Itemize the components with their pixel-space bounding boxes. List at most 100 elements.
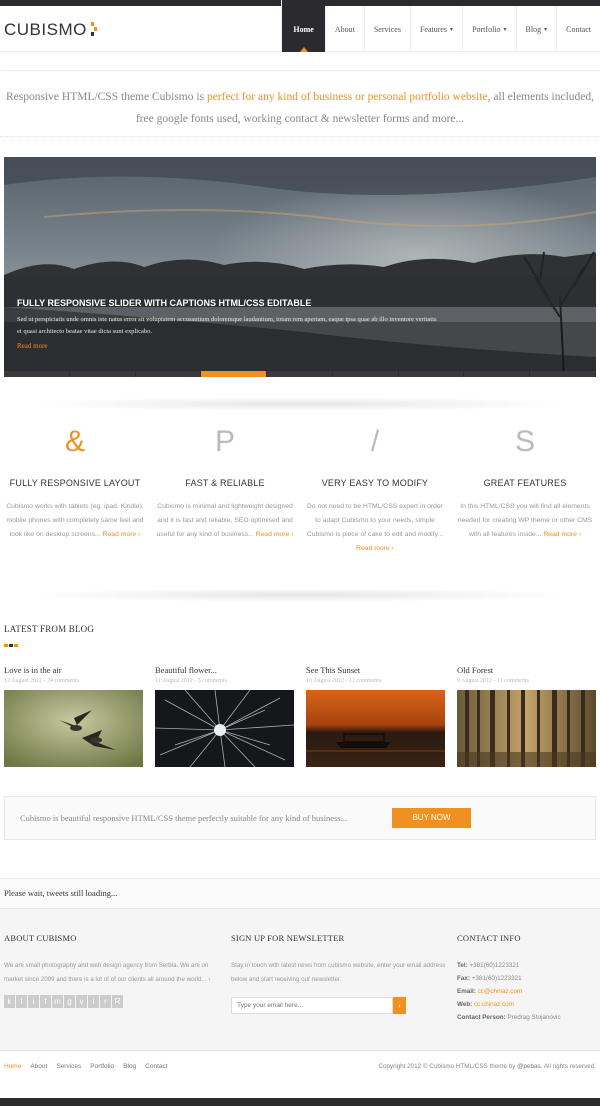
nav-item-features[interactable]: Features ▾ — [409, 6, 462, 52]
slider-caption-title: FULLY RESPONSIVE SLIDER WITH CAPTIONS HT… — [17, 298, 312, 308]
post-thumbnail-birds[interactable] — [4, 690, 143, 767]
contact-label: Tel: — [457, 962, 468, 969]
feature-title: GREAT FEATURES — [483, 478, 567, 488]
feature-read-more-link[interactable]: Read more › — [103, 531, 141, 538]
nav-item-contact[interactable]: Contact — [556, 6, 600, 52]
intro-text: Responsive HTML/CSS theme Cubismo is per… — [0, 86, 600, 130]
social-icon[interactable]: i — [28, 995, 39, 1008]
slider-dot[interactable] — [135, 371, 201, 377]
blog-posts: Love is in the air 12 August 2012 - 24 c… — [4, 665, 596, 767]
footer-link-contact[interactable]: Contact — [145, 1063, 167, 1070]
feature-icon: / — [370, 425, 380, 458]
social-icon[interactable]: i — [88, 995, 99, 1008]
slider-dot[interactable] — [332, 371, 398, 377]
feature-title: FAST & RELIABLE — [185, 478, 265, 488]
footer-link-services[interactable]: Services — [56, 1063, 81, 1070]
feature-read-more-link[interactable]: Read more › — [356, 545, 394, 552]
footer-about: ABOUT CUBISMO We are small photography a… — [4, 933, 219, 1008]
logo[interactable]: CUBISMO — [4, 20, 97, 40]
footer-about-desc: We are small photography and web design … — [4, 962, 209, 983]
cta-text: Cubismo is beautiful responsive HTML/CSS… — [20, 813, 347, 823]
slider-dot[interactable] — [4, 371, 69, 377]
footer-link-about[interactable]: About — [30, 1063, 47, 1070]
slider-dot[interactable] — [69, 371, 135, 377]
nav-item-services[interactable]: Services — [363, 6, 410, 52]
slider-dot[interactable] — [398, 371, 464, 377]
post-meta: 12 August 2012 - 24 comments — [4, 678, 80, 684]
slider-dot[interactable] — [464, 371, 530, 377]
social-icon[interactable]: v — [76, 995, 87, 1008]
footer-about-text: We are small photography and web design … — [4, 959, 219, 987]
footer-contact: CONTACT INFO Tel: +381(60)1223321 Fax: +… — [457, 933, 597, 1024]
feature-text: Cubismo works with tablets (eg. ipad, Ki… — [0, 500, 150, 542]
feature-icon: S — [514, 425, 535, 458]
slider-dot[interactable] — [267, 371, 332, 377]
feature-text: Cubismo is minimal and lightweight desig… — [150, 500, 300, 542]
social-icon[interactable]: l — [16, 995, 27, 1008]
social-icon[interactable]: g — [64, 995, 75, 1008]
logo-mark-icon — [90, 22, 97, 36]
newsletter-title: SIGN UP FOR NEWSLETTER — [231, 933, 345, 943]
blog-post[interactable]: See This Sunset 10 August 2012 - 12 comm… — [306, 665, 445, 767]
post-thumbnail-flower[interactable] — [155, 690, 294, 767]
slider-caption-text: Sed ut perspiciatis unde omnis iste natu… — [17, 316, 437, 335]
nav-label: Portfolio — [472, 24, 501, 34]
bottom-edge-bar — [0, 1098, 600, 1106]
tweets-status: Please wait, tweets still loading... — [4, 888, 118, 898]
contact-web: Web: cc.chinaz.com — [457, 998, 597, 1011]
post-meta: 9 August 2012 - 11 comments — [457, 678, 529, 684]
cta-box: Cubismo is beautiful responsive HTML/CSS… — [4, 796, 596, 840]
tweets-bar: Please wait, tweets still loading... — [0, 878, 600, 908]
newsletter-submit-button[interactable]: › — [393, 997, 406, 1014]
nav-label: Services — [373, 24, 401, 34]
social-icon[interactable]: f — [40, 995, 51, 1008]
blog-post[interactable]: Love is in the air 12 August 2012 - 24 c… — [4, 665, 143, 767]
divider — [0, 70, 600, 71]
social-icon[interactable]: m — [52, 995, 63, 1008]
author-link[interactable]: @pebas — [517, 1063, 541, 1070]
nav-label: Contact — [566, 24, 591, 34]
footer-about-more-link[interactable]: › — [208, 976, 210, 983]
blog-post[interactable]: Old Forest 9 August 2012 - 11 comments — [457, 665, 596, 767]
hero-slider[interactable]: FULLY RESPONSIVE SLIDER WITH CAPTIONS HT… — [4, 157, 596, 377]
footer-link-home[interactable]: Home — [4, 1063, 21, 1070]
social-icon[interactable]: r — [100, 995, 111, 1008]
nav-item-blog[interactable]: Blog ▾ — [515, 6, 557, 52]
slider-read-more-link[interactable]: Read more — [17, 342, 48, 350]
feature-block: P FAST & RELIABLE Cubismo is minimal and… — [150, 420, 300, 556]
feature-read-more-link[interactable]: Read more › — [256, 531, 294, 538]
slider-dot-active[interactable] — [201, 371, 267, 377]
section-shadow — [20, 397, 580, 411]
features-section: & FULLY RESPONSIVE LAYOUT Cubismo works … — [0, 420, 600, 556]
post-thumbnail-sunset[interactable] — [306, 690, 445, 767]
post-title[interactable]: Old Forest — [457, 665, 596, 675]
social-icon[interactable]: R — [112, 995, 123, 1008]
nav-item-home[interactable]: Home — [281, 0, 325, 52]
blog-post[interactable]: Beautiful flower... 11 August 2012 - 5 c… — [155, 665, 294, 767]
feature-title: FULLY RESPONSIVE LAYOUT — [9, 478, 141, 488]
buy-now-button[interactable]: BUY NOW — [392, 808, 471, 828]
contact-email-link[interactable]: cc@chinaz.com — [478, 988, 523, 995]
newsletter-text: Stay in touch with latest news from cubi… — [231, 962, 446, 983]
newsletter-email-input[interactable] — [231, 997, 393, 1014]
nav-item-about[interactable]: About — [324, 6, 364, 52]
feature-title: VERY EASY TO MODIFY — [321, 478, 429, 488]
footer-link-portfolio[interactable]: Portfolio — [90, 1063, 114, 1070]
nav-item-portfolio[interactable]: Portfolio ▾ — [462, 6, 515, 52]
post-thumbnail-forest[interactable] — [457, 690, 596, 767]
post-title[interactable]: Love is in the air — [4, 665, 143, 675]
divider — [0, 136, 600, 137]
logo-text[interactable]: CUBISMO — [4, 20, 87, 39]
section-shadow — [20, 588, 580, 602]
contact-label: Web: — [457, 1001, 473, 1008]
slider-dot[interactable] — [530, 371, 596, 377]
contact-title: CONTACT INFO — [457, 933, 521, 943]
contact-value: +381(60)1223321 — [469, 962, 520, 969]
feature-read-more-link[interactable]: Read more › — [543, 531, 581, 538]
footer-link-blog[interactable]: Blog — [123, 1063, 136, 1070]
contact-web-link[interactable]: cc.chinaz.com — [474, 1001, 514, 1008]
social-icon[interactable]: k — [4, 995, 15, 1008]
post-title[interactable]: See This Sunset — [306, 665, 445, 675]
post-title[interactable]: Beautiful flower... — [155, 665, 294, 675]
post-meta: 10 August 2012 - 12 comments — [306, 678, 382, 684]
